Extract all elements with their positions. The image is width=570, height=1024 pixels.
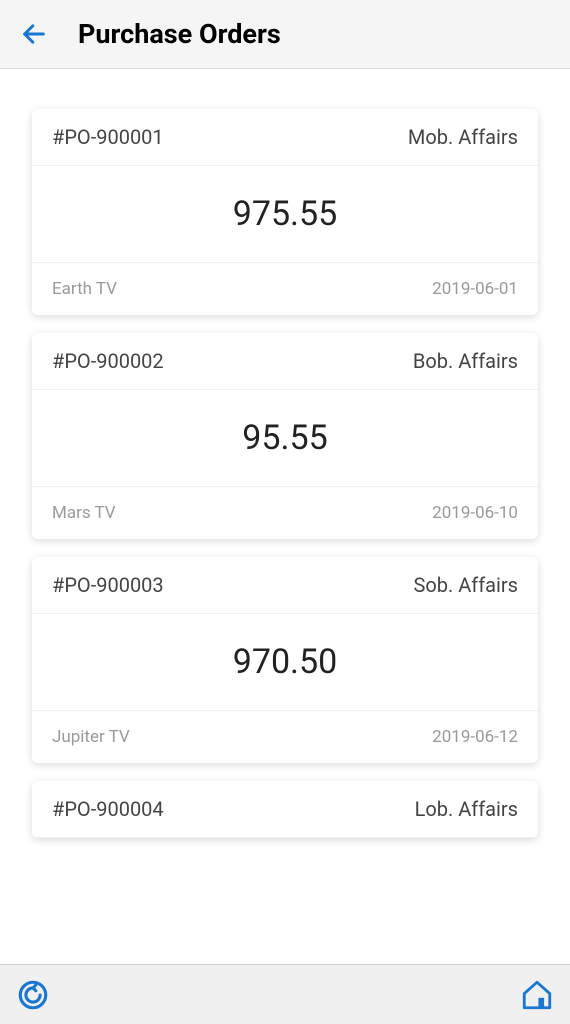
card-amount-row: 95.55	[32, 390, 538, 487]
order-id: #PO-900004	[52, 797, 164, 821]
card-header-row: #PO-900001 Mob. Affairs	[32, 109, 538, 166]
refresh-icon	[16, 978, 50, 1012]
order-party: Lob. Affairs	[415, 797, 518, 821]
app-footer	[0, 964, 570, 1024]
order-amount: 95.55	[242, 418, 327, 458]
orders-list: #PO-900001 Mob. Affairs 975.55 Earth TV …	[0, 69, 570, 964]
card-amount-row: 975.55	[32, 166, 538, 263]
home-icon	[520, 978, 554, 1012]
back-button[interactable]	[20, 20, 48, 48]
order-vendor: Mars TV	[52, 503, 116, 523]
card-header-row: #PO-900002 Bob. Affairs	[32, 333, 538, 390]
order-card[interactable]: #PO-900004 Lob. Affairs	[32, 781, 538, 838]
order-date: 2019-06-01	[432, 279, 518, 299]
card-header-row: #PO-900003 Sob. Affairs	[32, 557, 538, 614]
order-party: Bob. Affairs	[413, 349, 518, 373]
order-vendor: Earth TV	[52, 279, 117, 299]
order-party: Sob. Affairs	[413, 573, 518, 597]
card-footer-row: Jupiter TV 2019-06-12	[32, 711, 538, 763]
home-button[interactable]	[520, 978, 554, 1012]
order-party: Mob. Affairs	[408, 125, 518, 149]
order-date: 2019-06-10	[432, 503, 518, 523]
arrow-left-icon	[20, 20, 48, 48]
order-card[interactable]: #PO-900002 Bob. Affairs 95.55 Mars TV 20…	[32, 333, 538, 539]
order-card[interactable]: #PO-900001 Mob. Affairs 975.55 Earth TV …	[32, 109, 538, 315]
order-id: #PO-900002	[52, 349, 164, 373]
order-date: 2019-06-12	[432, 727, 518, 747]
order-amount: 970.50	[233, 642, 338, 682]
order-amount: 975.55	[233, 194, 338, 234]
order-vendor: Jupiter TV	[52, 727, 130, 747]
card-amount-row: 970.50	[32, 614, 538, 711]
order-id: #PO-900001	[52, 125, 164, 149]
refresh-button[interactable]	[16, 978, 50, 1012]
page-title: Purchase Orders	[78, 18, 281, 50]
order-card[interactable]: #PO-900003 Sob. Affairs 970.50 Jupiter T…	[32, 557, 538, 763]
card-header-row: #PO-900004 Lob. Affairs	[32, 781, 538, 838]
card-footer-row: Earth TV 2019-06-01	[32, 263, 538, 315]
app-header: Purchase Orders	[0, 0, 570, 69]
card-footer-row: Mars TV 2019-06-10	[32, 487, 538, 539]
order-id: #PO-900003	[52, 573, 164, 597]
